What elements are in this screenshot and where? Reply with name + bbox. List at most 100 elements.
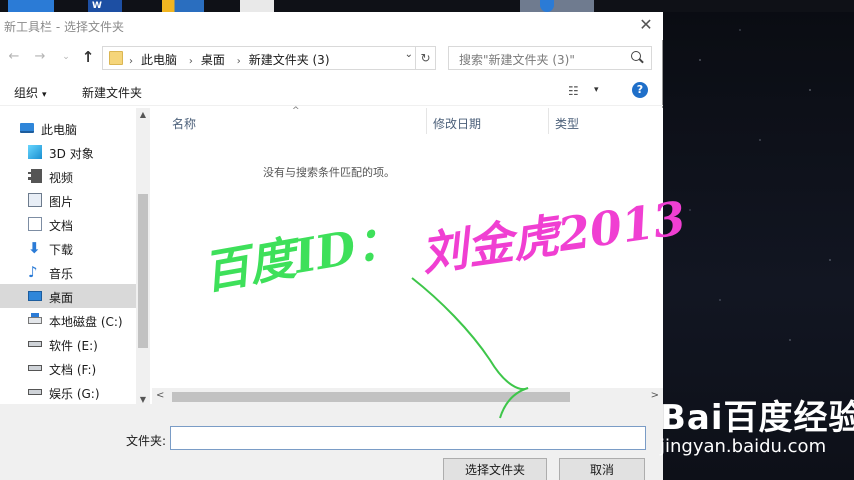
sidebar-item-drive-g[interactable]: 娱乐 (G:) bbox=[0, 380, 136, 404]
sort-ascending-icon: ^ bbox=[292, 106, 300, 116]
chevron-right-icon[interactable]: › bbox=[129, 56, 141, 67]
sidebar-item-drive-f[interactable]: 文档 (F:) bbox=[0, 356, 136, 380]
chevron-right-icon[interactable]: › bbox=[229, 56, 249, 67]
drive-icon bbox=[28, 341, 42, 347]
sidebar-item-drive-c[interactable]: 本地磁盘 (C:) bbox=[0, 308, 136, 332]
scroll-down-icon[interactable]: ▼ bbox=[136, 395, 150, 404]
scroll-right-icon[interactable]: > bbox=[651, 390, 659, 401]
breadcrumb-current-folder[interactable]: 新建文件夹 (3) bbox=[249, 53, 330, 67]
address-dropdown-button[interactable]: ⌄ bbox=[405, 49, 413, 60]
video-icon bbox=[28, 169, 42, 183]
column-header-name[interactable]: ^ 名称 bbox=[152, 106, 427, 134]
sidebar-item-label: 音乐 bbox=[49, 267, 74, 281]
drive-icon bbox=[28, 365, 42, 371]
sidebar-item-this-pc[interactable]: 此电脑 bbox=[0, 116, 136, 140]
scroll-up-icon[interactable]: ▲ bbox=[136, 110, 150, 119]
sidebar-item-label: 软件 (E:) bbox=[49, 339, 98, 353]
drive-c-icon bbox=[28, 313, 42, 324]
title-bar: 新工具栏 - 选择文件夹 ✕ bbox=[0, 12, 663, 40]
download-icon: ⬇ bbox=[28, 239, 41, 257]
pictures-icon bbox=[28, 193, 42, 207]
sidebar-item-downloads[interactable]: ⬇ 下载 bbox=[0, 236, 136, 260]
close-button[interactable]: ✕ bbox=[635, 14, 657, 36]
watermark-author: 刘金虎2013 bbox=[417, 190, 689, 282]
sidebar-item-music[interactable]: ♪ 音乐 bbox=[0, 260, 136, 284]
sidebar-item-label: 图片 bbox=[49, 195, 74, 209]
forward-button[interactable]: → bbox=[30, 46, 50, 68]
refresh-button[interactable]: ↻ bbox=[415, 47, 435, 69]
column-header-label: 类型 bbox=[555, 117, 580, 131]
pc-icon bbox=[20, 123, 34, 133]
back-button[interactable]: ← bbox=[4, 46, 24, 68]
sidebar-item-3d-objects[interactable]: 3D 对象 bbox=[0, 140, 136, 164]
taskbar-app-4[interactable] bbox=[240, 0, 274, 12]
command-toolbar: 组织 ▾ 新建文件夹 ☷ ▾ ? bbox=[0, 78, 663, 106]
view-options-icon[interactable]: ☷ bbox=[568, 84, 579, 98]
folder-name-input[interactable] bbox=[170, 426, 646, 450]
sidebar-item-documents[interactable]: 文档 bbox=[0, 212, 136, 236]
watermark-text: 百度ID： 刘金虎2013 bbox=[198, 190, 689, 300]
scrollbar-thumb[interactable] bbox=[138, 194, 148, 348]
horizontal-scrollbar[interactable]: < > bbox=[152, 388, 663, 404]
folder-field-label: 文件夹: bbox=[126, 434, 167, 448]
empty-results-message: 没有与搜索条件匹配的项。 bbox=[263, 166, 395, 179]
column-header-label: 修改日期 bbox=[433, 117, 482, 131]
recent-locations-button[interactable]: ⌄ bbox=[56, 46, 76, 68]
breadcrumb-desktop[interactable]: 桌面 bbox=[201, 53, 225, 67]
taskbar-strip: W bbox=[0, 0, 854, 12]
sidebar-item-drive-e[interactable]: 软件 (E:) bbox=[0, 332, 136, 356]
sidebar-item-label: 文档 (F:) bbox=[49, 363, 97, 377]
taskbar-app-5[interactable] bbox=[520, 0, 594, 12]
documents-icon bbox=[28, 217, 42, 231]
help-icon[interactable]: ? bbox=[632, 82, 648, 98]
drive-icon bbox=[28, 389, 42, 395]
sidebar-item-label: 文档 bbox=[49, 219, 74, 233]
sidebar-item-pictures[interactable]: 图片 bbox=[0, 188, 136, 212]
folder-icon bbox=[109, 51, 123, 65]
cancel-button[interactable]: 取消 bbox=[559, 458, 645, 480]
app-icon bbox=[540, 0, 554, 12]
address-bar[interactable]: › 此电脑 › 桌面 › 新建文件夹 (3) ⌄ ↻ bbox=[102, 46, 436, 70]
navigation-pane-scrollbar[interactable]: ▲ ▼ bbox=[136, 108, 150, 404]
search-input[interactable]: 搜索"新建文件夹 (3)" bbox=[448, 46, 652, 70]
taskbar-app-1[interactable] bbox=[8, 0, 54, 12]
dialog-footer: 文件夹: 选择文件夹 取消 bbox=[0, 404, 663, 480]
new-folder-button[interactable]: 新建文件夹 bbox=[82, 84, 142, 101]
organize-label: 组织 bbox=[14, 86, 39, 100]
sidebar-item-label: 本地磁盘 (C:) bbox=[49, 315, 123, 329]
view-dropdown-icon[interactable]: ▾ bbox=[594, 85, 599, 95]
column-header-type[interactable]: 类型 bbox=[549, 108, 663, 134]
sidebar-item-label: 娱乐 (G:) bbox=[49, 387, 100, 401]
sidebar-item-label: 3D 对象 bbox=[49, 147, 94, 161]
chevron-right-icon[interactable]: › bbox=[181, 56, 201, 67]
breadcrumb: › 此电脑 › 桌面 › 新建文件夹 (3) bbox=[129, 51, 330, 68]
music-icon: ♪ bbox=[28, 263, 38, 281]
window-title: 新工具栏 - 选择文件夹 bbox=[4, 20, 124, 34]
organize-button[interactable]: 组织 ▾ bbox=[14, 84, 47, 101]
up-button[interactable]: ↑ bbox=[78, 46, 98, 68]
sidebar-item-label: 桌面 bbox=[49, 291, 74, 305]
navigation-pane: 此电脑 3D 对象 视频 图片 文档 ⬇ 下载 ♪ 音乐 桌面 本地磁盘 (C:… bbox=[0, 108, 150, 404]
select-folder-button[interactable]: 选择文件夹 bbox=[443, 458, 547, 480]
sidebar-item-desktop[interactable]: 桌面 bbox=[0, 284, 136, 308]
sidebar-item-label: 视频 bbox=[49, 171, 74, 185]
search-icon[interactable] bbox=[631, 51, 645, 65]
baidu-jingyan-logo: Bai百度经验 jingyan.baidu.com bbox=[660, 384, 854, 480]
taskbar-app-3[interactable] bbox=[162, 0, 204, 12]
3d-objects-icon bbox=[28, 145, 42, 159]
sidebar-item-label: 此电脑 bbox=[41, 123, 78, 137]
taskbar-app-word[interactable]: W bbox=[88, 0, 122, 12]
baidu-logo-main: Bai百度经验 bbox=[660, 398, 854, 438]
desktop-icon bbox=[28, 291, 42, 301]
column-header-date-modified[interactable]: 修改日期 bbox=[427, 108, 549, 134]
column-header-label: 名称 bbox=[172, 117, 197, 131]
baidu-logo-url: jingyan.baidu.com bbox=[660, 436, 827, 457]
search-placeholder: 搜索"新建文件夹 (3)" bbox=[459, 53, 575, 67]
sidebar-item-video[interactable]: 视频 bbox=[0, 164, 136, 188]
scroll-left-icon[interactable]: < bbox=[156, 390, 164, 401]
scrollbar-thumb[interactable] bbox=[172, 392, 570, 402]
navigation-bar: ← → ⌄ ↑ › 此电脑 › 桌面 › 新建文件夹 (3) ⌄ ↻ 搜索"新建文件夹… bbox=[0, 44, 663, 70]
breadcrumb-this-pc[interactable]: 此电脑 bbox=[141, 53, 177, 67]
caret-down-icon: ▾ bbox=[42, 90, 47, 100]
sidebar-item-label: 下载 bbox=[49, 243, 74, 257]
